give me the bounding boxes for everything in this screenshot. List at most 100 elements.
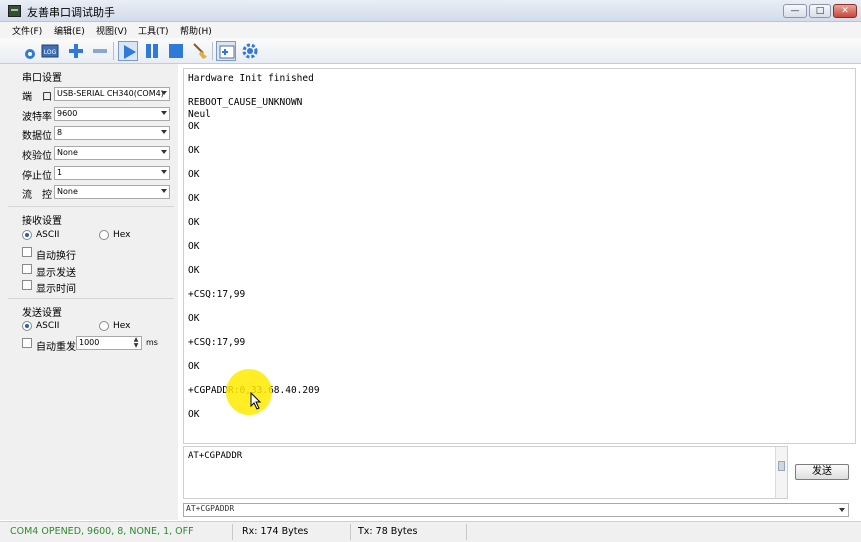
chevron-down-icon	[161, 130, 167, 134]
auto-repeat-checkbox[interactable]	[22, 338, 32, 348]
stopbits-label: 停止位	[22, 171, 52, 182]
menu-view[interactable]: 视图(V)	[96, 24, 127, 37]
repeat-interval-input[interactable]: 1000 ▲ ▼	[76, 336, 142, 350]
send-ascii-label: ASCII	[36, 321, 60, 331]
send-history-value: AT+CGPADDR	[186, 504, 235, 513]
receive-line: OK	[188, 361, 200, 372]
clear-icon[interactable]	[190, 41, 210, 61]
port-value: USB-SERIAL CH340(COM4)	[57, 89, 164, 98]
chevron-down-icon	[161, 170, 167, 174]
show-time-checkbox[interactable]	[22, 280, 32, 290]
receive-line: Hardware Init finished	[188, 73, 314, 84]
menu-edit[interactable]: 编辑(E)	[54, 24, 85, 37]
status-divider	[350, 524, 351, 540]
settings-panel: 串口设置 端 口 USB-SERIAL CH340(COM4) 波特率 9600…	[0, 64, 178, 520]
status-bar: COM4 OPENED, 9600, 8, NONE, 1, OFF Rx: 1…	[0, 521, 861, 542]
receive-ascii-radio[interactable]	[22, 230, 32, 240]
parity-label: 校验位	[22, 151, 52, 162]
menu-tools[interactable]: 工具(T)	[138, 24, 169, 37]
receive-line: OK	[188, 145, 200, 156]
baud-label: 波特率	[22, 112, 52, 123]
send-hex-radio[interactable]	[99, 321, 109, 331]
chevron-down-icon	[839, 508, 845, 512]
receive-hex-label: Hex	[113, 230, 131, 240]
parity-select[interactable]: None	[54, 146, 170, 160]
databits-select[interactable]: 8	[54, 126, 170, 140]
window-title: 友善串口调试助手	[27, 6, 115, 19]
interval-unit: ms	[146, 338, 158, 347]
repeat-interval-value: 1000	[79, 338, 100, 347]
receive-line: +CSQ:17,99	[188, 337, 246, 348]
receive-settings-title: 接收设置	[22, 216, 62, 227]
remove-icon[interactable]	[90, 41, 110, 61]
serial-settings-title: 串口设置	[22, 73, 62, 84]
auto-repeat-label: 自动重发	[36, 342, 76, 353]
show-send-checkbox[interactable]	[22, 264, 32, 274]
receive-line: OK	[188, 313, 200, 324]
port-label: 端 口	[22, 92, 52, 103]
cursor-highlight	[226, 369, 272, 415]
receive-line: OK	[188, 217, 200, 228]
send-scrollbar[interactable]	[775, 447, 787, 498]
minimize-button[interactable]: —	[783, 4, 807, 18]
stop-icon[interactable]	[166, 41, 186, 61]
flow-select[interactable]: None	[54, 185, 170, 199]
menu-file[interactable]: 文件(F)	[12, 24, 42, 37]
receive-line: +CSQ:17,99	[188, 289, 246, 300]
close-button[interactable]: ✕	[833, 4, 857, 18]
chevron-down-icon	[161, 150, 167, 154]
maximize-button[interactable]: □	[809, 4, 831, 18]
receive-line: REBOOT_CAUSE_UNKNOWN	[188, 97, 303, 108]
stopbits-value: 1	[57, 168, 63, 177]
auto-newline-label: 自动换行	[36, 251, 76, 262]
receive-line: Neul	[188, 109, 211, 120]
spinner-arrows-icon[interactable]: ▲ ▼	[132, 337, 140, 349]
receive-line: OK	[188, 121, 200, 132]
receive-line: OK	[188, 193, 200, 204]
divider	[8, 298, 174, 299]
log-icon[interactable]: LOG	[40, 41, 60, 61]
status-divider	[466, 524, 467, 540]
receive-textarea[interactable]: Hardware Init finished REBOOT_CAUSE_UNKNO…	[183, 68, 856, 444]
auto-newline-checkbox[interactable]	[22, 247, 32, 257]
receive-line: OK	[188, 241, 200, 252]
send-text: AT+CGPADDR	[188, 451, 243, 461]
status-divider	[232, 524, 233, 540]
add-window-icon[interactable]	[216, 41, 236, 61]
receive-line: OK	[188, 265, 200, 276]
add-icon[interactable]	[66, 41, 86, 61]
send-history-select[interactable]: AT+CGPADDR	[183, 503, 849, 517]
pause-icon[interactable]	[142, 41, 162, 61]
stopbits-select[interactable]: 1	[54, 166, 170, 180]
scrollbar-thumb[interactable]	[778, 461, 785, 471]
settings-gear-icon[interactable]	[240, 41, 260, 61]
show-send-label: 显示发送	[36, 268, 76, 279]
log-icon-label: LOG	[44, 49, 57, 56]
mouse-pointer-icon	[250, 391, 262, 413]
flow-label: 流 控	[22, 190, 52, 201]
menu-help[interactable]: 帮助(H)	[180, 24, 212, 37]
receive-hex-radio[interactable]	[99, 230, 109, 240]
new-session-icon[interactable]	[20, 41, 40, 61]
send-ascii-radio[interactable]	[22, 321, 32, 331]
receive-ascii-label: ASCII	[36, 230, 60, 240]
port-status: COM4 OPENED, 9600, 8, NONE, 1, OFF	[10, 526, 194, 537]
send-button[interactable]: 发送	[795, 464, 849, 480]
chevron-down-icon	[161, 111, 167, 115]
receive-line: OK	[188, 409, 200, 420]
baud-value: 9600	[57, 109, 78, 118]
divider	[8, 206, 174, 207]
send-textarea[interactable]: AT+CGPADDR	[183, 446, 788, 499]
app-icon	[8, 5, 21, 17]
chevron-down-icon	[161, 91, 167, 95]
send-settings-title: 发送设置	[22, 308, 62, 319]
parity-value: None	[57, 148, 78, 157]
play-icon[interactable]	[118, 41, 138, 61]
baud-select[interactable]: 9600	[54, 107, 170, 121]
flow-value: None	[57, 187, 78, 196]
menu-bar: 文件(F) 编辑(E) 视图(V) 工具(T) 帮助(H)	[0, 22, 861, 38]
databits-label: 数据位	[22, 131, 52, 142]
rx-count: Rx: 174 Bytes	[242, 526, 309, 537]
receive-line: OK	[188, 169, 200, 180]
port-select[interactable]: USB-SERIAL CH340(COM4)	[54, 87, 170, 101]
